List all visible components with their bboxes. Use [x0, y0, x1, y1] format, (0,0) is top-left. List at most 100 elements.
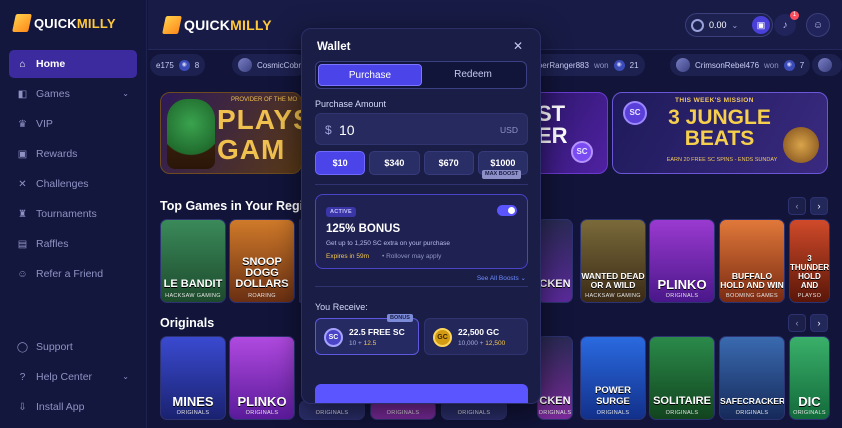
- ticker-item[interactable]: e175 ◉ 8: [150, 54, 206, 76]
- game-card[interactable]: DIC ORIGINALS: [789, 336, 830, 420]
- receive-gc-breakdown: 10,000 + 12,500: [458, 340, 506, 347]
- status-badge: ACTIVE: [326, 207, 356, 217]
- sidebar-item-label: Home: [36, 58, 66, 70]
- sidebar-item-home[interactable]: ⌂ Home: [9, 50, 137, 78]
- close-icon[interactable]: ✕: [513, 39, 523, 53]
- preset-button[interactable]: $10: [315, 151, 366, 175]
- sidebar-item-games[interactable]: ◧ Games ⌄: [9, 80, 137, 108]
- tab-redeem[interactable]: Redeem: [422, 64, 524, 86]
- game-card[interactable]: SAFECRACKER ORIGINALS: [719, 336, 785, 420]
- purchase-button[interactable]: [315, 384, 528, 403]
- game-provider: ORIGINALS: [176, 410, 210, 416]
- max-boost-badge: MAX BOOST: [482, 170, 522, 179]
- game-provider: ORIGINALS: [315, 410, 349, 416]
- ticker-item[interactable]: CosmicCobr: [232, 54, 308, 76]
- game-title: CKEN: [539, 278, 571, 290]
- sidebar-item-label: Challenges: [36, 178, 89, 190]
- see-all-boosts-link[interactable]: See All Boosts ⌄: [477, 274, 526, 282]
- game-card[interactable]: MINES ORIGINALS: [160, 336, 226, 420]
- chevron-right-icon[interactable]: ›: [810, 314, 828, 332]
- ticker-item[interactable]: CrimsonRebel476 won ◉ 7: [670, 54, 811, 76]
- boost-toggle[interactable]: [497, 205, 517, 216]
- preset-button[interactable]: $670: [423, 151, 474, 175]
- game-provider: ORIGINALS: [245, 410, 279, 416]
- leprechaun-art: [167, 99, 215, 169]
- sidebar: QUICKMILLY ⌂ Home ◧ Games ⌄ ♛ VIP ▣ Rewards ✕…: [0, 0, 147, 428]
- divider: [315, 286, 528, 287]
- logo-bolt-icon: [12, 14, 32, 32]
- game-provider: ROARING: [248, 293, 276, 299]
- promo-banner-provider[interactable]: PROVIDER OF THE MO PLAYSGAM: [160, 92, 302, 174]
- crown-icon: ♛: [18, 118, 27, 130]
- sc-coin-icon: SC: [623, 101, 647, 125]
- game-provider: HACKSAW GAMING: [165, 293, 221, 299]
- game-provider: ORIGINALS: [596, 410, 630, 416]
- sidebar-item-install-app[interactable]: ⇩ Install App: [9, 393, 137, 421]
- game-title: MINES: [172, 394, 214, 409]
- receive-label: You Receive:: [315, 302, 368, 312]
- ticker-amount: 7: [799, 60, 805, 70]
- tab-purchase[interactable]: Purchase: [318, 64, 422, 86]
- game-card[interactable]: PLINKO ORIGINALS: [229, 336, 295, 420]
- chevron-left-icon[interactable]: ‹: [788, 197, 806, 215]
- chevron-right-icon[interactable]: ›: [810, 197, 828, 215]
- preset-button[interactable]: $340: [369, 151, 420, 175]
- balance-selector[interactable]: 0.00 ⌄ ▣: [685, 13, 773, 37]
- sidebar-item-challenges[interactable]: ✕ Challenges: [9, 170, 137, 198]
- sidebar-item-help-center[interactable]: ? Help Center ⌄: [9, 363, 137, 391]
- trophy-icon: ♜: [18, 208, 27, 220]
- ticker-amount: 21: [629, 60, 639, 70]
- purchase-amount-input[interactable]: $ 10 USD: [315, 113, 528, 145]
- game-title: 3 THUNDER HOLD AND: [790, 254, 830, 290]
- chevron-down-icon: ⌄: [731, 20, 739, 30]
- sidebar-item-label: Raffles: [36, 238, 69, 250]
- home-icon: ⌂: [19, 58, 26, 70]
- promo-banner-chest[interactable]: ST ER SC: [530, 92, 608, 174]
- game-provider: ORIGINALS: [665, 293, 699, 299]
- game-title: LE BANDIT: [163, 278, 223, 290]
- sidebar-item-vip[interactable]: ♛ VIP: [9, 110, 137, 138]
- receive-gc-card[interactable]: GC 22,500 GC 10,000 + 12,500: [424, 318, 528, 355]
- game-title: SNOOP DOGG DOLLARS: [235, 256, 289, 290]
- brand-logo[interactable]: QUICKMILLY: [12, 14, 116, 32]
- game-card[interactable]: CKEN: [537, 219, 573, 303]
- game-provider: ORIGINALS: [735, 410, 769, 416]
- game-card[interactable]: SOLITAIRE ORIGINALS: [649, 336, 715, 420]
- receive-sc-card[interactable]: SC 22.5 FREE SC 10 + 12.5: [315, 318, 419, 355]
- promo-banner-mission[interactable]: SC THIS WEEK'S MISSION 3 JUNGLE BEATS EAR…: [612, 92, 828, 174]
- sidebar-item-tournaments[interactable]: ♜ Tournaments: [9, 200, 137, 228]
- game-card[interactable]: 3 THUNDER HOLD AND PLAYSO: [789, 219, 830, 303]
- boost-title: 125% BONUS: [326, 223, 401, 235]
- boost-rollover-note: • Rollover may apply: [382, 253, 442, 260]
- game-card[interactable]: CKEN ORIGINALS: [537, 336, 573, 420]
- sidebar-nav: ⌂ Home ◧ Games ⌄ ♛ VIP ▣ Rewards ✕ Challenges …: [9, 50, 137, 290]
- boost-card[interactable]: ACTIVE 125% BONUS Get up to 1,250 SC ext…: [315, 194, 528, 269]
- game-provider: ORIGINALS: [538, 410, 572, 416]
- game-provider: ORIGINALS: [665, 410, 699, 416]
- game-card[interactable]: WANTED DEAD OR A WILD HACKSAW GAMING: [580, 219, 646, 303]
- user-icon[interactable]: ☺: [806, 13, 830, 37]
- chevron-left-icon[interactable]: ‹: [788, 314, 806, 332]
- game-card[interactable]: BUFFALO HOLD AND WIN BOOMING GAMES: [719, 219, 785, 303]
- wallet-icon[interactable]: ▣: [752, 16, 770, 34]
- game-card[interactable]: PLINKO ORIGINALS: [649, 219, 715, 303]
- game-card[interactable]: SNOOP DOGG DOLLARS ROARING: [229, 219, 295, 303]
- game-provider: ORIGINALS: [457, 410, 491, 416]
- ticker-item[interactable]: [812, 54, 842, 76]
- gift-icon: ▣: [17, 148, 28, 160]
- game-card[interactable]: LE BANDIT HACKSAW GAMING: [160, 219, 226, 303]
- bonus-badge: BONUS: [387, 314, 413, 322]
- chevron-down-icon: ⌄: [122, 89, 129, 98]
- game-provider: BOOMING GAMES: [726, 293, 778, 299]
- sidebar-item-label: Help Center: [36, 371, 93, 383]
- sidebar-item-refer[interactable]: ☺ Refer a Friend: [9, 260, 137, 288]
- game-title: PLINKO: [237, 394, 287, 409]
- sidebar-item-rewards[interactable]: ▣ Rewards: [9, 140, 137, 168]
- game-card[interactable]: POWER SURGE ORIGINALS: [580, 336, 646, 420]
- topbar-logo[interactable]: QUICKMILLY: [162, 16, 272, 34]
- sidebar-item-raffles[interactable]: ▤ Raffles: [9, 230, 137, 258]
- help-icon: ?: [19, 371, 26, 383]
- sidebar-item-label: Tournaments: [36, 208, 97, 220]
- sidebar-item-support[interactable]: ◯ Support: [9, 333, 137, 361]
- chevron-down-icon: ⌄: [122, 372, 129, 381]
